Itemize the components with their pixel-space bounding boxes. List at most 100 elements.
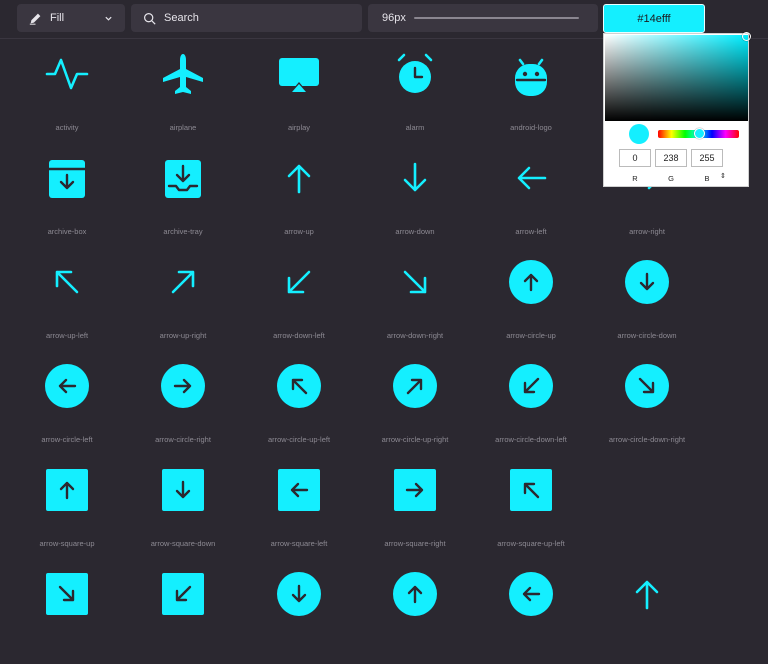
icon-cell-arrow-square-down[interactable]: arrow-square-down bbox=[126, 456, 240, 560]
icon-name: arrow-left bbox=[515, 227, 547, 236]
icon-cell-arrow-circle-down-right[interactable]: arrow-circle-down-right bbox=[590, 352, 704, 456]
arrow-circle-down-left-icon bbox=[509, 364, 553, 408]
icon-cell-arrow-up-left[interactable]: arrow-up-left bbox=[10, 248, 124, 352]
size-label: 96px bbox=[382, 12, 406, 24]
search-input[interactable]: Search bbox=[131, 4, 362, 32]
arrow-circle-up-left-icon bbox=[277, 364, 321, 408]
icon-cell-arrow-square-left[interactable]: arrow-square-left bbox=[242, 456, 356, 560]
icon-name: arrow-up-right bbox=[159, 331, 207, 340]
icon-cell-arrow-circle-up-left[interactable]: arrow-circle-up-left bbox=[242, 352, 356, 456]
green-label: G bbox=[668, 174, 674, 183]
color-picker: 0 238 255 R G B ⇕ bbox=[603, 32, 751, 187]
blue-input[interactable]: 255 bbox=[691, 149, 723, 167]
saturation-value-area[interactable] bbox=[605, 32, 751, 121]
icon-cell-archive-tray[interactable]: archive-tray bbox=[126, 144, 240, 248]
red-input[interactable]: 0 bbox=[619, 149, 651, 167]
arrow-up-left-icon bbox=[55, 270, 79, 294]
icon-cell-arrow-circle-right[interactable]: arrow-circle-right bbox=[126, 352, 240, 456]
arrow-circle-left-icon bbox=[45, 364, 89, 408]
icon-name: arrow-down-right bbox=[386, 331, 444, 340]
size-control: 96px bbox=[368, 4, 629, 36]
icon-cell-airplay[interactable]: airplay bbox=[242, 40, 356, 144]
icon-cell-arrow-down-left[interactable]: arrow-down-left bbox=[242, 248, 356, 352]
arrow-circle-up-icon bbox=[509, 260, 553, 304]
icon-cell-arrow-up[interactable]: arrow-up bbox=[242, 144, 356, 248]
icon-name: arrow-down-left bbox=[273, 331, 325, 340]
icon-name: arrow-circle-right bbox=[155, 435, 211, 444]
icon-cell-arrow-left[interactable]: arrow-left bbox=[474, 144, 588, 248]
icon-name: arrow-circle-up-right bbox=[381, 435, 449, 444]
icon-name: arrow-square-up-left bbox=[497, 539, 565, 548]
archive-box-icon bbox=[47, 160, 87, 198]
color-swatch bbox=[629, 124, 649, 144]
icon-cell-partial[interactable] bbox=[590, 560, 704, 664]
activity-icon bbox=[45, 58, 89, 90]
airplay-icon bbox=[279, 58, 319, 94]
arrow-square-left-icon bbox=[278, 469, 320, 511]
color-button[interactable]: #14efff bbox=[603, 4, 705, 33]
icon-cell-arrow-circle-down[interactable]: arrow-circle-down bbox=[590, 248, 704, 352]
arrow-square-right-icon bbox=[394, 469, 436, 511]
android-logo-icon bbox=[515, 58, 547, 96]
icon-cell-arrow-circle-up-right[interactable]: arrow-circle-up-right bbox=[358, 352, 472, 456]
icon-name: arrow-square-up bbox=[39, 539, 95, 548]
icon-name: arrow-circle-left bbox=[41, 435, 93, 444]
arrow-up-right-icon bbox=[171, 270, 195, 294]
arrow-circle-down-right-icon bbox=[625, 364, 669, 408]
icon-cell-arrow-square-up-left[interactable]: arrow-square-up-left bbox=[474, 456, 588, 560]
weight-select[interactable]: Fill bbox=[17, 4, 125, 32]
size-slider[interactable] bbox=[414, 17, 629, 36]
icon-name: arrow-circle-down-left bbox=[495, 435, 567, 444]
green-input[interactable]: 238 bbox=[655, 149, 687, 167]
icon-cell-arrow-circle-left[interactable]: arrow-circle-left bbox=[10, 352, 124, 456]
icon-name: arrow-circle-up-left bbox=[267, 435, 331, 444]
arrow-circle-up-right-icon bbox=[393, 364, 437, 408]
arrow-circle-up-icon bbox=[393, 572, 437, 616]
icon-cell-alarm[interactable]: alarm bbox=[358, 40, 472, 144]
icon-cell-partial[interactable] bbox=[474, 560, 588, 664]
icon-name: arrow-right bbox=[629, 227, 665, 236]
arrow-up-icon bbox=[287, 164, 311, 194]
icon-cell-partial[interactable] bbox=[10, 560, 124, 664]
icon-cell-arrow-up-right[interactable]: arrow-up-right bbox=[126, 248, 240, 352]
pencil-icon bbox=[29, 13, 41, 25]
icon-name: arrow-up bbox=[284, 227, 314, 236]
icon-cell-arrow-down[interactable]: arrow-down bbox=[358, 144, 472, 248]
alarm-icon bbox=[397, 53, 433, 93]
icon-cell-partial[interactable] bbox=[242, 560, 356, 664]
arrow-circle-down-icon bbox=[625, 260, 669, 304]
arrow-circle-left-icon bbox=[509, 572, 553, 616]
arrow-square-down-left-icon bbox=[162, 573, 204, 615]
icon-cell-android-logo[interactable]: android-logo bbox=[474, 40, 588, 144]
arrow-square-up-icon bbox=[46, 469, 88, 511]
arrow-square-up-left-icon bbox=[510, 469, 552, 511]
icon-name: arrow-square-down bbox=[150, 539, 216, 548]
icon-name: arrow-square-right bbox=[384, 539, 446, 548]
blue-label: B bbox=[704, 174, 710, 183]
icon-cell-arrow-circle-up[interactable]: arrow-circle-up bbox=[474, 248, 588, 352]
icon-cell-arrow-circle-down-left[interactable]: arrow-circle-down-left bbox=[474, 352, 588, 456]
hue-knob[interactable] bbox=[694, 128, 705, 139]
hue-slider[interactable] bbox=[658, 128, 739, 139]
archive-tray-icon bbox=[165, 160, 201, 198]
icon-cell-arrow-square-up[interactable]: arrow-square-up bbox=[10, 456, 124, 560]
chevron-down-icon bbox=[105, 16, 112, 21]
arrow-square-down-right-icon bbox=[46, 573, 88, 615]
icon-name: activity bbox=[55, 123, 79, 132]
icon-cell-partial[interactable] bbox=[126, 560, 240, 664]
red-label: R bbox=[632, 174, 638, 183]
icon-name: arrow-circle-down-right bbox=[608, 435, 686, 444]
airplane-icon bbox=[163, 54, 203, 94]
arrow-square-down-icon bbox=[162, 469, 204, 511]
icon-cell-arrow-square-right[interactable]: arrow-square-right bbox=[358, 456, 472, 560]
icon-cell-partial[interactable] bbox=[358, 560, 472, 664]
arrow-left-icon bbox=[517, 166, 547, 190]
saturation-knob[interactable] bbox=[742, 32, 751, 41]
icon-cell-arrow-down-right[interactable]: arrow-down-right bbox=[358, 248, 472, 352]
icon-cell-activity[interactable]: activity bbox=[10, 40, 124, 144]
arrow-circle-right-icon bbox=[161, 364, 205, 408]
format-toggle[interactable]: ⇕ bbox=[720, 172, 726, 180]
icon-cell-archive-box[interactable]: archive-box bbox=[10, 144, 124, 248]
icon-cell-airplane[interactable]: airplane bbox=[126, 40, 240, 144]
icon-name: arrow-down bbox=[395, 227, 435, 236]
